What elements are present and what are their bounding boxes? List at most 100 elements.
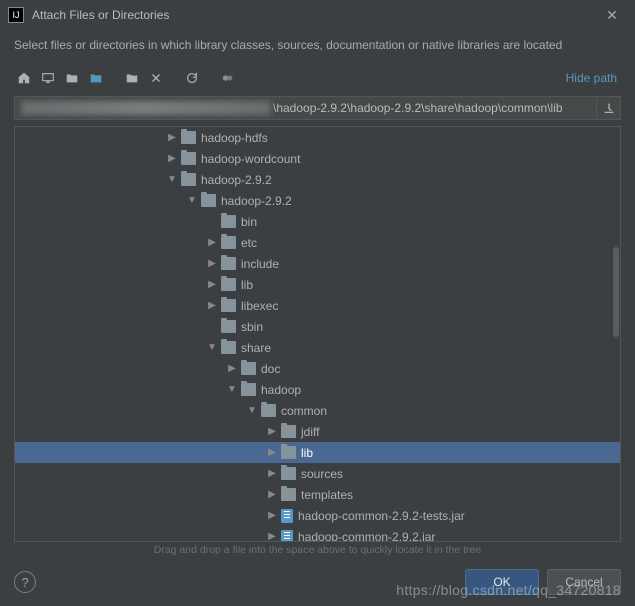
history-icon[interactable] [597,96,621,120]
folder-icon [201,194,216,207]
refresh-icon[interactable] [182,68,202,88]
close-button[interactable]: ✕ [597,7,627,24]
tree-node[interactable]: ▶ sources [15,463,620,484]
chevron-right-icon[interactable]: ▶ [265,447,279,458]
tree-node[interactable]: ▶ hadoop-hdfs [15,127,620,148]
jar-icon [281,509,293,523]
help-button[interactable]: ? [14,571,36,593]
tree-node[interactable]: ▼hadoop-2.9.2 [15,190,620,211]
folder-icon [261,404,276,417]
drop-hint: Drag and drop a file into the space abov… [0,540,635,562]
tree-scrollbar[interactable] [612,127,620,541]
file-tree[interactable]: ▶hadoop-hdfs▶hadoop-wordcount▼hadoop-2.9… [15,127,620,541]
toolbar: Hide path [0,64,635,94]
ok-button[interactable]: OK [465,569,539,595]
folder-icon [181,152,196,165]
home-icon[interactable] [14,68,34,88]
path-hidden-prefix [21,101,271,115]
chevron-right-icon[interactable]: ▶ [205,279,219,290]
tree-node[interactable]: ▼ share [15,337,620,358]
chevron-right-icon[interactable]: ▶ [205,237,219,248]
chevron-right-icon[interactable]: ▶ [265,489,279,500]
tree-node-label: hadoop [261,383,301,397]
tree-node[interactable]: ▶ jdiff [15,421,620,442]
tree-node-label: hadoop-hdfs [201,131,268,145]
chevron-right-icon[interactable]: ▶ [265,510,279,521]
path-row: \hadoop-2.9.2\hadoop-2.9.2\share\hadoop\… [14,96,621,120]
path-input[interactable]: \hadoop-2.9.2\hadoop-2.9.2\share\hadoop\… [14,96,597,120]
chevron-right-icon[interactable]: ▶ [205,300,219,311]
tree-node[interactable]: ▶ hadoop-wordcount [15,148,620,169]
tree-node[interactable]: ▶ doc [15,358,620,379]
chevron-right-icon[interactable]: ▶ [165,132,179,143]
folder-icon [241,362,256,375]
tree-node-label: hadoop-common-2.9.2-tests.jar [298,509,465,523]
tree-node[interactable]: ▶libexec [15,295,620,316]
subtitle: Select files or directories in which lib… [0,30,635,64]
path-text: \hadoop-2.9.2\hadoop-2.9.2\share\hadoop\… [273,101,563,115]
chevron-right-icon[interactable]: ▶ [205,258,219,269]
chevron-right-icon[interactable]: ▶ [265,426,279,437]
cancel-button[interactable]: Cancel [547,569,621,595]
jar-icon [281,530,293,542]
folder-icon [241,383,256,396]
tree-node[interactable]: ▶ hadoop-common-2.9.2-tests.jar [15,505,620,526]
tree-node-label: hadoop-common-2.9.2.jar [298,530,435,542]
new-folder-icon[interactable] [122,68,142,88]
tree-node-label: lib [241,278,253,292]
folder-icon [221,215,236,228]
tree-node[interactable]: ▼ hadoop-2.9.2 [15,169,620,190]
tree-node[interactable]: ▶ hadoop-common-2.9.2.jar [15,526,620,541]
show-hidden-icon[interactable] [218,68,238,88]
folder-icon [181,131,196,144]
folder-icon [221,236,236,249]
tree-node-label: etc [241,236,257,250]
hide-path-link[interactable]: Hide path [566,71,621,85]
tree-node[interactable]: ▶sbin [15,316,620,337]
tree-node-label: hadoop-wordcount [201,152,300,166]
tree-node[interactable]: ▶ lib [15,442,620,463]
chevron-down-icon[interactable]: ▼ [165,174,179,185]
project-folder-icon[interactable] [62,68,82,88]
tree-node-label: sources [301,467,343,481]
tree-node-label: sbin [241,320,263,334]
module-folder-icon[interactable] [86,68,106,88]
chevron-down-icon[interactable]: ▼ [225,384,239,395]
tree-node-label: templates [301,488,353,502]
folder-icon [221,320,236,333]
tree-node-label: doc [261,362,280,376]
tree-node-label: share [241,341,271,355]
footer: ? OK Cancel [0,564,635,606]
tree-node-label: common [281,404,327,418]
folder-icon [221,257,236,270]
chevron-right-icon[interactable]: ▶ [265,468,279,479]
tree-node-label: lib [301,446,313,460]
folder-icon [181,173,196,186]
app-icon: IJ [8,7,24,23]
tree-node[interactable]: ▶ templates [15,484,620,505]
tree-node-label: jdiff [301,425,319,439]
chevron-right-icon[interactable]: ▶ [165,153,179,164]
chevron-right-icon[interactable]: ▶ [225,363,239,374]
chevron-down-icon[interactable]: ▼ [185,195,199,206]
tree-node[interactable]: ▼ hadoop [15,379,620,400]
folder-icon [221,341,236,354]
tree-node[interactable]: ▶ lib [15,274,620,295]
chevron-right-icon[interactable]: ▶ [265,531,279,541]
folder-icon [281,425,296,438]
chevron-down-icon[interactable]: ▼ [245,405,259,416]
tree-node-label: bin [241,215,257,229]
tree-node[interactable]: ▶bin [15,211,620,232]
folder-icon [281,467,296,480]
tree-node[interactable]: ▶include [15,253,620,274]
delete-icon[interactable] [146,68,166,88]
folder-icon [281,446,296,459]
desktop-icon[interactable] [38,68,58,88]
folder-icon [281,488,296,501]
tree-node[interactable]: ▼ common [15,400,620,421]
chevron-down-icon[interactable]: ▼ [205,342,219,353]
titlebar: IJ Attach Files or Directories ✕ [0,0,635,30]
tree-node[interactable]: ▶ etc [15,232,620,253]
tree-panel: ▶hadoop-hdfs▶hadoop-wordcount▼hadoop-2.9… [14,126,621,542]
tree-node-label: hadoop-2.9.2 [201,173,272,187]
